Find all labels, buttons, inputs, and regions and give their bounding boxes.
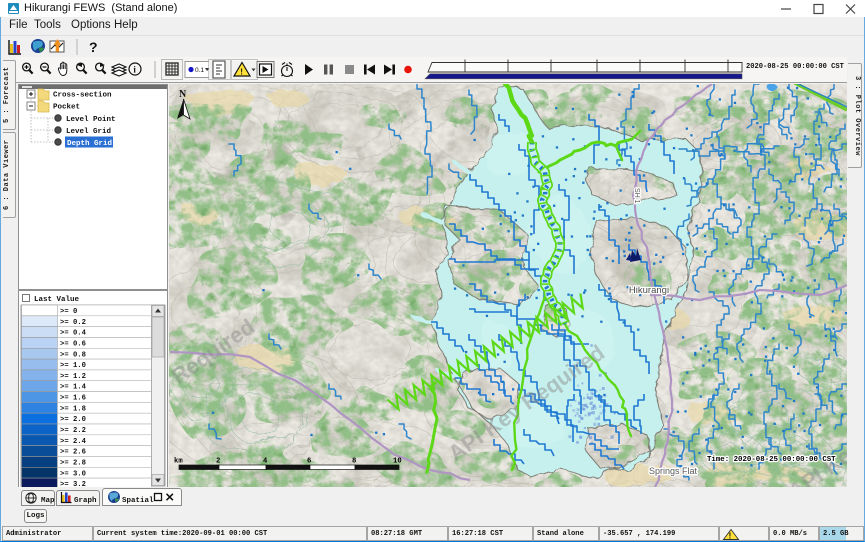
svg-text:10: 10 (393, 458, 402, 466)
svg-text:?: ? (89, 39, 98, 55)
svg-text:>= 1.8: >= 1.8 (60, 405, 86, 413)
svg-text:>= 2.0: >= 2.0 (60, 416, 86, 424)
svg-text:Hikurangi: Hikurangi (629, 285, 669, 296)
svg-text:>= 0.4: >= 0.4 (60, 330, 87, 338)
svg-text:>= 2.8: >= 2.8 (60, 460, 86, 468)
svg-text:Pocket: Pocket (53, 104, 80, 112)
svg-text:>= 3.0: >= 3.0 (60, 470, 86, 478)
svg-text:>= 2.2: >= 2.2 (60, 427, 86, 435)
svg-text:8: 8 (352, 458, 356, 466)
svg-text:Level Grid: Level Grid (66, 128, 111, 136)
svg-text:>= 1.4: >= 1.4 (60, 384, 87, 392)
svg-text:Depth Grid: Depth Grid (67, 140, 112, 148)
svg-text:Cross-section: Cross-section (53, 92, 112, 100)
svg-text:>= 1.6: >= 1.6 (60, 395, 86, 403)
svg-text:km: km (174, 458, 183, 466)
svg-text:>= 1.0: >= 1.0 (60, 362, 86, 370)
svg-text:0.1: 0.1 (195, 67, 204, 74)
svg-text:>= 2.4: >= 2.4 (60, 438, 87, 446)
svg-text:!: ! (729, 532, 732, 541)
svg-text:N: N (179, 89, 187, 100)
svg-text:Springs Flat: Springs Flat (649, 466, 698, 476)
svg-text:2: 2 (216, 458, 220, 466)
svg-text:4: 4 (263, 458, 268, 466)
svg-text:>= 0: >= 0 (60, 308, 77, 316)
svg-text:i: i (133, 65, 136, 75)
svg-text:6: 6 (307, 458, 311, 466)
svg-text:!: ! (240, 68, 243, 77)
svg-text:Level Point: Level Point (66, 116, 116, 124)
svg-text:Last Value: Last Value (34, 296, 80, 304)
svg-text:>= 0.2: >= 0.2 (60, 319, 86, 327)
svg-text:Time: 2020-08-25 00:00:00 CST: Time: 2020-08-25 00:00:00 CST (707, 456, 836, 464)
svg-text:>= 1.2: >= 1.2 (60, 373, 86, 381)
svg-text:>= 0.6: >= 0.6 (60, 341, 86, 349)
svg-text:SH 1: SH 1 (633, 188, 640, 204)
svg-text:>= 2.6: >= 2.6 (60, 449, 86, 457)
svg-text:>= 0.8: >= 0.8 (60, 351, 86, 359)
